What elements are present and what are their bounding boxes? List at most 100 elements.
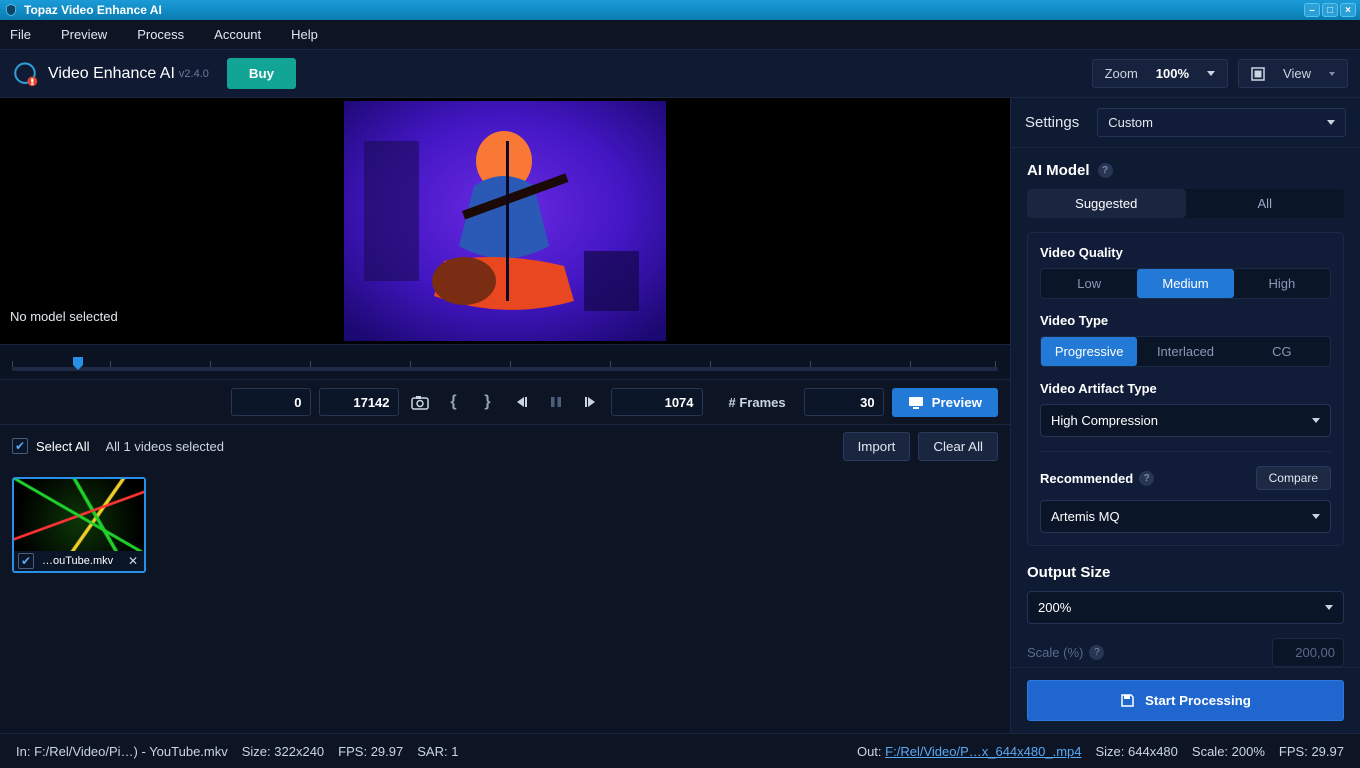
menu-process[interactable]: Process bbox=[137, 27, 184, 42]
view-dropdown[interactable]: View bbox=[1238, 59, 1348, 88]
menu-account[interactable]: Account bbox=[214, 27, 261, 42]
start-frame-input[interactable]: 0 bbox=[231, 388, 311, 416]
frames-count-input[interactable]: 30 bbox=[804, 388, 884, 416]
pause-icon[interactable] bbox=[543, 388, 569, 416]
app-icon bbox=[4, 3, 18, 17]
save-icon bbox=[1120, 693, 1135, 708]
clear-all-button[interactable]: Clear All bbox=[918, 432, 998, 461]
frames-label: # Frames bbox=[729, 395, 786, 410]
start-processing-label: Start Processing bbox=[1145, 693, 1251, 708]
menu-help[interactable]: Help bbox=[291, 27, 318, 42]
close-button[interactable]: × bbox=[1340, 3, 1356, 17]
help-icon[interactable]: ? bbox=[1089, 645, 1104, 660]
zoom-dropdown[interactable]: Zoom 100% bbox=[1092, 59, 1228, 88]
vq-low[interactable]: Low bbox=[1041, 269, 1137, 298]
chevron-down-icon bbox=[1207, 71, 1215, 76]
view-label: View bbox=[1283, 66, 1311, 81]
recommended-model-dropdown[interactable]: Artemis MQ bbox=[1040, 500, 1331, 533]
maximize-button[interactable]: □ bbox=[1322, 3, 1338, 17]
titlebar: Topaz Video Enhance AI – □ × bbox=[0, 0, 1360, 20]
video-type-label: Video Type bbox=[1040, 313, 1331, 328]
in-fps: FPS: 29.97 bbox=[338, 744, 403, 759]
video-thumb[interactable]: ✔ …ouTube.mkv ✕ bbox=[12, 477, 146, 573]
output-size-heading: Output Size bbox=[1027, 564, 1344, 581]
vt-cg[interactable]: CG bbox=[1234, 337, 1330, 366]
recommended-model-value: Artemis MQ bbox=[1051, 509, 1120, 524]
bracket-open-icon[interactable]: { bbox=[441, 388, 467, 416]
vt-progressive[interactable]: Progressive bbox=[1041, 337, 1137, 366]
preview-button[interactable]: Preview bbox=[892, 388, 998, 417]
window-title: Topaz Video Enhance AI bbox=[24, 3, 1302, 17]
video-strip: ✔ …ouTube.mkv ✕ bbox=[0, 467, 1010, 733]
preview-button-label: Preview bbox=[932, 395, 982, 410]
app-name: Video Enhance AI bbox=[48, 65, 175, 83]
monitor-icon bbox=[908, 396, 924, 409]
in-size: Size: 322x240 bbox=[242, 744, 324, 759]
compare-button[interactable]: Compare bbox=[1256, 466, 1331, 490]
settings-preset-value: Custom bbox=[1108, 115, 1153, 130]
zoom-value: 100% bbox=[1156, 66, 1189, 81]
in-label: In: F:/Rel/Video/Pi…) - YouTube.mkv bbox=[16, 744, 228, 759]
help-icon[interactable]: ? bbox=[1139, 471, 1154, 486]
artifact-type-value: High Compression bbox=[1051, 413, 1158, 428]
out-path-link[interactable]: F:/Rel/Video/P…x_644x480_.mp4 bbox=[885, 744, 1081, 759]
artifact-type-label: Video Artifact Type bbox=[1040, 381, 1331, 396]
buy-button[interactable]: Buy bbox=[227, 58, 296, 89]
step-forward-icon[interactable] bbox=[577, 388, 603, 416]
out-size: Size: 644x480 bbox=[1095, 744, 1177, 759]
out-fps: FPS: 29.97 bbox=[1279, 744, 1344, 759]
scale-pct-input[interactable]: 200,00 bbox=[1272, 638, 1344, 667]
ai-model-heading: AI Model ? bbox=[1027, 162, 1344, 179]
menu-file[interactable]: File bbox=[10, 27, 31, 42]
tab-all[interactable]: All bbox=[1186, 189, 1345, 218]
video-quality-label: Video Quality bbox=[1040, 245, 1331, 260]
selection-bar: ✔ Select All All 1 videos selected Impor… bbox=[0, 425, 1010, 467]
vt-interlaced[interactable]: Interlaced bbox=[1137, 337, 1233, 366]
artifact-type-dropdown[interactable]: High Compression bbox=[1040, 404, 1331, 437]
thumb-checkbox[interactable]: ✔ bbox=[18, 553, 34, 569]
playhead-icon[interactable] bbox=[72, 356, 84, 372]
settings-header: Settings Custom bbox=[1011, 98, 1360, 148]
chevron-down-icon bbox=[1329, 72, 1335, 76]
menu-preview[interactable]: Preview bbox=[61, 27, 107, 42]
vq-medium[interactable]: Medium bbox=[1137, 269, 1233, 298]
thumb-close-icon[interactable]: ✕ bbox=[126, 554, 140, 568]
step-back-icon[interactable] bbox=[509, 388, 535, 416]
select-all-label[interactable]: Select All bbox=[36, 439, 89, 454]
timeline[interactable] bbox=[0, 344, 1010, 379]
help-icon[interactable]: ? bbox=[1098, 163, 1113, 178]
chevron-down-icon bbox=[1325, 605, 1333, 610]
menubar: File Preview Process Account Help bbox=[0, 20, 1360, 50]
chevron-down-icon bbox=[1312, 514, 1320, 519]
selection-count: All 1 videos selected bbox=[105, 439, 224, 454]
current-frame-input[interactable]: 1074 bbox=[611, 388, 703, 416]
video-type-group: Progressive Interlaced CG bbox=[1040, 336, 1331, 367]
end-frame-input[interactable]: 17142 bbox=[319, 388, 399, 416]
view-icon bbox=[1251, 67, 1265, 81]
output-scale-dropdown[interactable]: 200% bbox=[1027, 591, 1344, 624]
select-all-checkbox[interactable]: ✔ bbox=[12, 438, 28, 454]
camera-icon[interactable] bbox=[407, 388, 433, 416]
bracket-close-icon[interactable]: } bbox=[475, 388, 501, 416]
toolbar: Video Enhance AI v2.4.0 Buy Zoom 100% Vi… bbox=[0, 50, 1360, 98]
app-version: v2.4.0 bbox=[179, 68, 209, 80]
recommended-label: Recommended ? bbox=[1040, 471, 1154, 486]
statusbar: In: F:/Rel/Video/Pi…) - YouTube.mkv Size… bbox=[0, 733, 1360, 768]
settings-preset-dropdown[interactable]: Custom bbox=[1097, 108, 1346, 137]
thumb-filename: …ouTube.mkv bbox=[42, 555, 122, 567]
vq-high[interactable]: High bbox=[1234, 269, 1330, 298]
output-scale-value: 200% bbox=[1038, 600, 1071, 615]
in-sar: SAR: 1 bbox=[417, 744, 458, 759]
start-processing-button[interactable]: Start Processing bbox=[1027, 680, 1344, 721]
logo-icon bbox=[12, 61, 38, 87]
out-label: Out: F:/Rel/Video/P…x_644x480_.mp4 bbox=[857, 744, 1082, 759]
import-button[interactable]: Import bbox=[843, 432, 911, 461]
model-tabs: Suggested All bbox=[1027, 189, 1344, 218]
minimize-button[interactable]: – bbox=[1304, 3, 1320, 17]
tab-suggested[interactable]: Suggested bbox=[1027, 189, 1186, 218]
thumb-image bbox=[14, 479, 144, 551]
out-scale: Scale: 200% bbox=[1192, 744, 1265, 759]
video-quality-group: Low Medium High bbox=[1040, 268, 1331, 299]
chevron-down-icon bbox=[1312, 418, 1320, 423]
chevron-down-icon bbox=[1327, 120, 1335, 125]
